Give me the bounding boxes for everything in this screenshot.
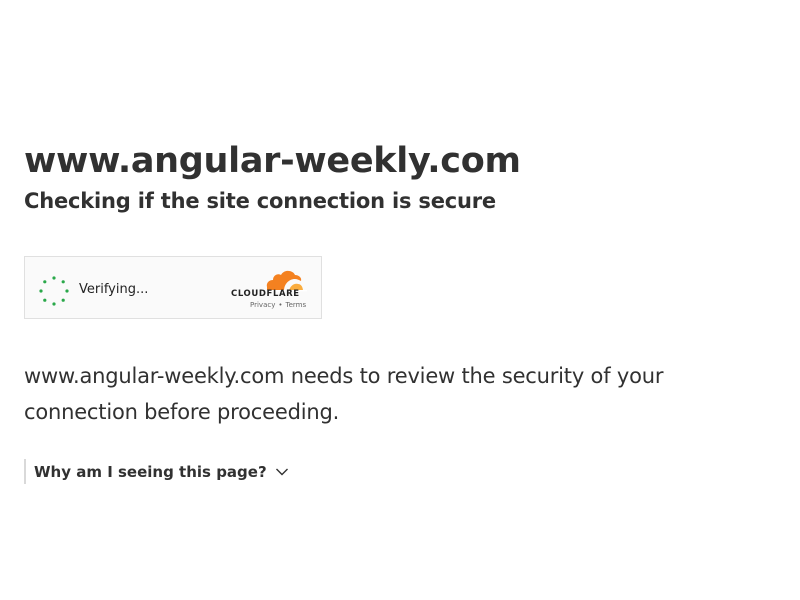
spinner-icon bbox=[39, 276, 69, 306]
verifying-status: Verifying... bbox=[79, 282, 149, 297]
terms-link[interactable]: Terms bbox=[286, 301, 307, 309]
link-separator: • bbox=[278, 301, 283, 309]
why-seeing-page-label: Why am I seeing this page? bbox=[34, 462, 267, 481]
privacy-link[interactable]: Privacy bbox=[250, 301, 275, 309]
why-seeing-page-toggle[interactable]: Why am I seeing this page? bbox=[24, 459, 289, 484]
cloudflare-wordmark: CLOUDFLARE bbox=[231, 289, 300, 299]
main-content: www.angular-weekly.com Checking if the s… bbox=[24, 139, 764, 484]
description-text: www.angular-weekly.com needs to review t… bbox=[24, 364, 664, 424]
page-subtitle: Checking if the site connection is secur… bbox=[24, 189, 496, 213]
widget-links: Privacy • Terms bbox=[250, 301, 306, 309]
challenge-widget[interactable]: Verifying... CLOUDFLARE Privacy • Terms bbox=[24, 256, 322, 319]
chevron-down-icon bbox=[275, 468, 288, 475]
page-title: www.angular-weekly.com bbox=[24, 141, 521, 181]
